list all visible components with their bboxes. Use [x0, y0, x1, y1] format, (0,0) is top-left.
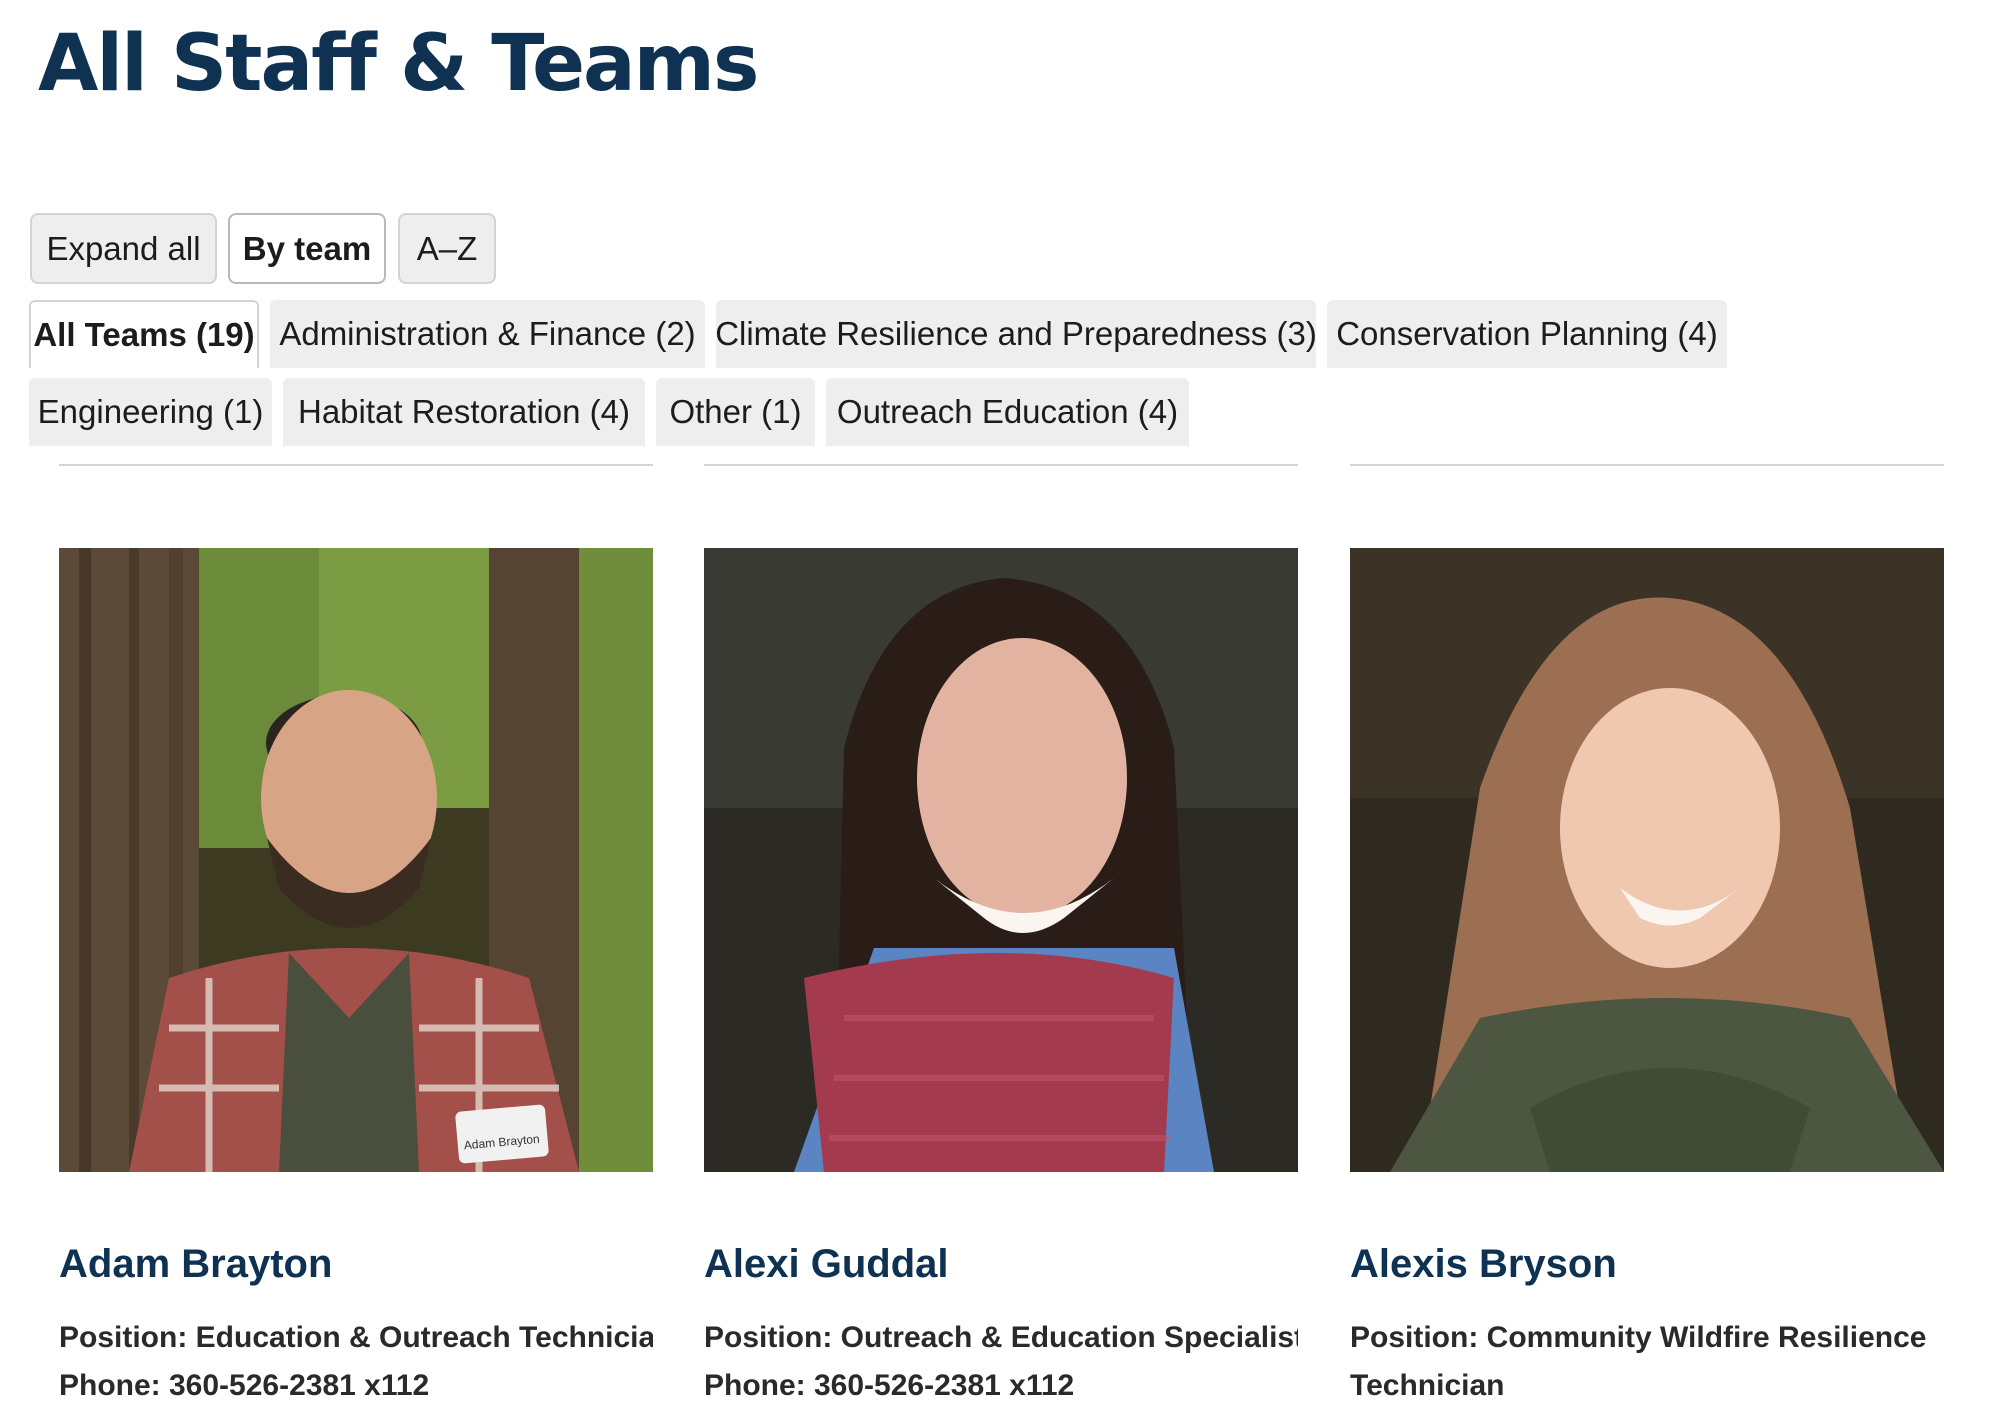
tab-climate-resilience[interactable]: Climate Resilience and Preparedness (3) [715, 300, 1317, 368]
staff-phone: Phone: 360-526-2381 x112 [59, 1369, 430, 1402]
tab-conservation-planning[interactable]: Conservation Planning (4) [1327, 300, 1727, 368]
card-divider [704, 464, 1298, 466]
a-z-button[interactable]: A–Z [398, 213, 496, 284]
tab-all-teams[interactable]: All Teams (19) [29, 300, 259, 368]
tab-outreach-education[interactable]: Outreach Education (4) [826, 378, 1189, 446]
staff-position: Position: Outreach & Education Specialis… [704, 1321, 1298, 1354]
staff-card: Alexis Bryson Position: Community Wildfi… [1350, 548, 1944, 1410]
page-title: All Staff & Teams [38, 19, 759, 109]
card-divider [59, 464, 653, 466]
staff-phone: Phone: 360-526-2381 x112 [704, 1369, 1075, 1402]
staff-photo-alexis-bryson[interactable] [1350, 548, 1944, 1172]
staff-photo-adam-brayton[interactable]: Adam Brayton [59, 548, 653, 1172]
staff-name[interactable]: Alexi Guddal [704, 1242, 1298, 1286]
staff-name[interactable]: Adam Brayton [59, 1242, 653, 1286]
tab-other[interactable]: Other (1) [656, 378, 815, 446]
tab-habitat-restoration[interactable]: Habitat Restoration (4) [283, 378, 645, 446]
staff-card: Alexi Guddal Position: Outreach & Educat… [704, 548, 1298, 1410]
expand-all-button[interactable]: Expand all [30, 213, 217, 284]
by-team-button[interactable]: By team [228, 213, 386, 284]
staff-position: Position: Community Wildfire Resilience … [1350, 1321, 1927, 1402]
tab-administration-finance[interactable]: Administration & Finance (2) [270, 300, 705, 368]
staff-name[interactable]: Alexis Bryson [1350, 1242, 1944, 1286]
staff-position: Position: Education & Outreach Technicia… [59, 1321, 653, 1354]
staff-card: Adam Brayton Adam Brayton Position: Educ… [59, 548, 653, 1410]
staff-photo-alexi-guddal[interactable] [704, 548, 1298, 1172]
card-divider [1350, 464, 1944, 466]
tab-engineering[interactable]: Engineering (1) [29, 378, 272, 446]
